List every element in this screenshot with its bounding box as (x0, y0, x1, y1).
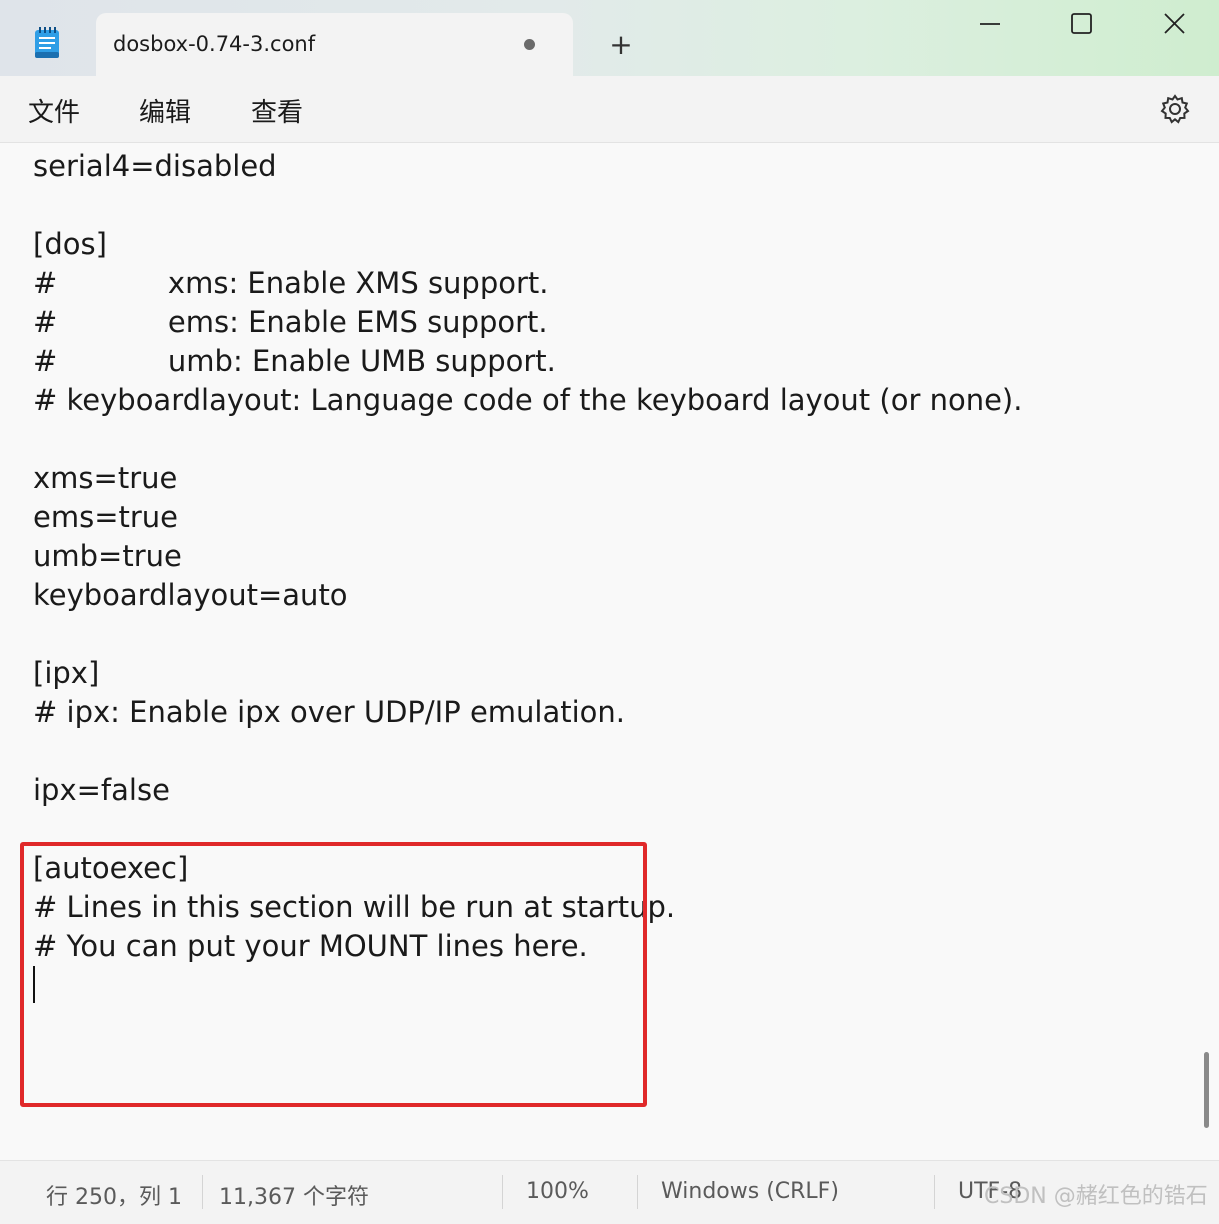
editor-line: # ipx: Enable ipx over UDP/IP emulation. (33, 695, 626, 729)
menu-bar: 文件 编辑 查看 (0, 76, 1219, 143)
title-bar: dosbox-0.74-3.conf + (0, 0, 1219, 76)
notepad-icon (35, 27, 59, 58)
vertical-scrollbar-thumb[interactable] (1204, 1052, 1209, 1128)
status-separator (934, 1175, 935, 1209)
editor-line: # xms: Enable XMS support. (33, 266, 549, 300)
annotation-highlight-box (20, 842, 647, 1107)
status-separator (637, 1175, 638, 1209)
close-icon[interactable] (1151, 8, 1197, 40)
editor-line: [dos] (33, 227, 107, 261)
cursor-position: 行 250，列 1 (46, 1185, 182, 1210)
menu-view[interactable]: 查看 (251, 92, 303, 129)
editor-line: # keyboardlayout: Language code of the k… (33, 383, 1023, 417)
minimize-icon[interactable] (966, 8, 1012, 40)
watermark: CSDN @赭红色的锆石 (984, 1184, 1208, 1209)
editor-line: umb=true (33, 539, 182, 573)
editor-line: serial4=disabled (33, 149, 277, 183)
editor-line: ems=true (33, 500, 179, 534)
menu-edit[interactable]: 编辑 (139, 92, 191, 129)
text-editor[interactable]: serial4=disabled [dos] # xms: Enable XMS… (0, 143, 1219, 1160)
editor-line: # umb: Enable UMB support. (33, 344, 556, 378)
maximize-icon[interactable] (1058, 8, 1104, 40)
editor-line: keyboardlayout=auto (33, 578, 348, 612)
editor-line: [ipx] (33, 656, 100, 690)
editor-line: xms=true (33, 461, 178, 495)
menu-file[interactable]: 文件 (28, 92, 80, 129)
editor-line: # ems: Enable EMS support. (33, 305, 548, 339)
line-ending[interactable]: Windows (CRLF) (661, 1179, 839, 1204)
unsaved-indicator-icon[interactable] (524, 39, 535, 50)
status-separator (202, 1175, 203, 1209)
tab-title: dosbox-0.74-3.conf (113, 32, 316, 56)
zoom-level[interactable]: 100% (526, 1179, 589, 1204)
new-tab-button[interactable]: + (606, 30, 636, 60)
status-separator (502, 1175, 503, 1209)
gear-icon[interactable] (1158, 92, 1192, 126)
character-count: 11,367 个字符 (219, 1185, 369, 1210)
file-tab[interactable]: dosbox-0.74-3.conf (96, 13, 573, 76)
editor-line: ipx=false (33, 773, 170, 807)
